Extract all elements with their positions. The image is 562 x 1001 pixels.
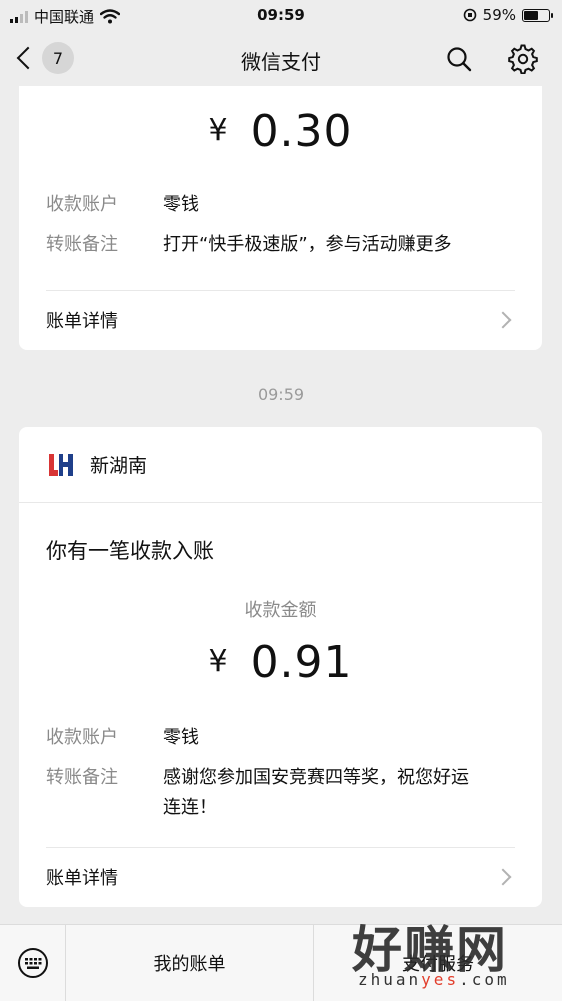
keyboard-toggle-button[interactable]	[0, 925, 66, 1001]
amount-label: 收款金额	[244, 600, 317, 621]
remark-line-1: 感谢您参加国安竞赛四等奖，祝您好运	[163, 767, 469, 788]
divider	[19, 502, 542, 503]
sender-name: 新湖南	[90, 455, 148, 477]
bill-detail-label: 账单详情	[46, 868, 118, 889]
divider	[46, 847, 515, 848]
account-label: 收款账户	[46, 194, 118, 215]
currency-symbol: ¥	[208, 113, 229, 148]
account-row: 收款账户 零钱	[46, 190, 522, 220]
message-timestamp: 09:59	[257, 385, 305, 404]
remark-row: 转账备注 打开“快手极速版”，参与活动赚更多	[46, 230, 522, 260]
payment-card-1: ¥0.30 收款账户 零钱 转账备注 打开“快手极速版”，参与活动赚更多 账单详…	[19, 86, 542, 350]
watermark-domain: zhuanyes.com	[358, 970, 510, 989]
remark-value: 打开“快手极速版”，参与活动赚更多	[163, 234, 452, 255]
status-bar: 中国联通 09:59 59%	[0, 0, 562, 30]
payment-card-2: 新湖南 你有一笔收款入账 收款金额 ¥0.91 收款账户 零钱 转账备注 感谢您…	[19, 427, 542, 907]
orientation-lock-icon	[463, 8, 476, 22]
battery-icon	[522, 8, 553, 22]
my-bills-button[interactable]: 我的账单	[66, 925, 313, 1001]
keyboard-icon	[18, 948, 48, 978]
search-icon[interactable]	[444, 44, 474, 74]
account-label: 收款账户	[46, 727, 118, 748]
amount-value: 0.91	[250, 637, 353, 688]
remark-row: 转账备注 感谢您参加国安竞赛四等奖，祝您好运 连连！	[46, 763, 522, 823]
battery-percent: 59%	[482, 6, 516, 24]
remark-line-2: 连连！	[163, 797, 217, 818]
site-watermark: 好赚网 zhuanyes.com	[348, 912, 548, 994]
chevron-right-icon	[494, 868, 512, 886]
account-value: 零钱	[163, 194, 199, 215]
gear-icon[interactable]	[508, 44, 538, 74]
remark-label: 转账备注	[46, 234, 118, 255]
account-value: 零钱	[163, 727, 199, 748]
headline: 你有一笔收款入账	[46, 539, 214, 563]
bill-detail-link[interactable]: 账单详情	[19, 849, 542, 905]
bill-detail-label: 账单详情	[46, 311, 118, 332]
amount-display: ¥0.91	[19, 637, 542, 688]
account-row: 收款账户 零钱	[46, 723, 522, 753]
currency-symbol: ¥	[208, 644, 229, 679]
amount-display: ¥0.30	[19, 106, 542, 157]
divider	[46, 290, 515, 291]
chevron-right-icon	[494, 311, 512, 329]
page-title: 微信支付	[241, 50, 321, 74]
battery-group: 59%	[463, 6, 553, 24]
nav-bar: 7 微信支付	[0, 30, 562, 86]
bill-detail-link[interactable]: 账单详情	[19, 292, 542, 348]
remark-label: 转账备注	[46, 767, 118, 788]
sender-row[interactable]: 新湖南	[19, 427, 542, 502]
remark-value: 感谢您参加国安竞赛四等奖，祝您好运 连连！	[163, 763, 469, 823]
amount-value: 0.30	[250, 106, 353, 157]
xinhunan-logo-icon	[49, 453, 73, 476]
